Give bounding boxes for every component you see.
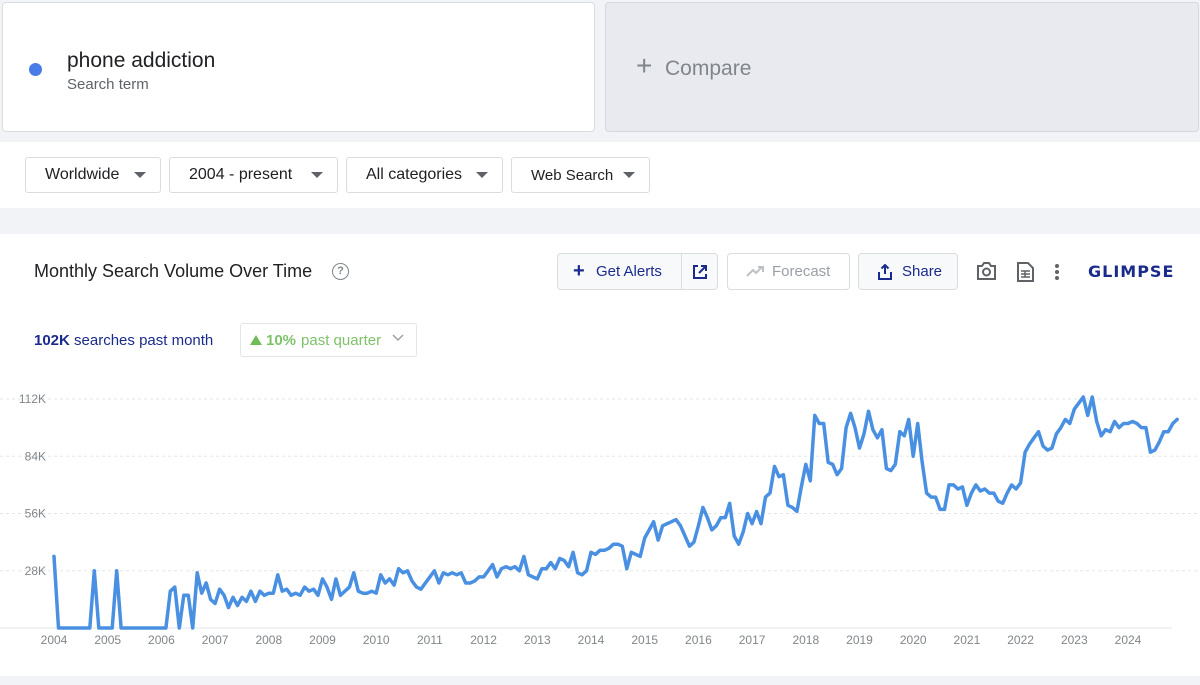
caret-down-icon [623,172,635,178]
y-tick-label: 112K [19,392,46,406]
search-term-subtitle: Search term [67,76,149,93]
x-tick-label: 2019 [846,633,873,647]
x-tick-label: 2018 [792,633,819,647]
chart-card: Monthly Search Volume Over Time ? + Get … [0,234,1200,676]
x-tick-label: 2011 [417,633,443,647]
search-term-name: phone addiction [67,49,216,72]
x-tick-label: 2013 [524,633,551,647]
time-range-dropdown-label: 2004 - present [189,166,293,183]
region-dropdown[interactable]: Worldwide [25,157,161,193]
search-volume-chart: 28K 56K 84K 112K 2004 2005 2006 2007 2008 2009 201… [0,392,1200,647]
search-type-dropdown[interactable]: Web Search [511,157,650,193]
search-type-dropdown-label: Web Search [531,166,614,184]
x-tick-label: 2008 [255,633,282,647]
caret-down-icon [134,172,146,178]
x-tick-label: 2006 [148,633,175,647]
x-tick-label: 2021 [954,633,981,647]
caret-down-icon [311,172,323,178]
series-line[interactable] [52,395,1179,630]
search-term-card[interactable]: phone addiction Search term [2,2,595,132]
y-tick-label: 28K [25,564,46,578]
x-tick-label: 2017 [739,633,766,647]
x-tick-label: 2009 [309,633,336,647]
x-tick-label: 2007 [202,633,229,647]
x-tick-label: 2014 [578,633,605,647]
x-tick-label: 2015 [631,633,658,647]
region-dropdown-label: Worldwide [45,166,120,183]
x-tick-label: 2023 [1061,633,1088,647]
y-tick-label: 84K [25,449,46,463]
y-tick-label: 56K [25,507,46,521]
x-tick-label: 2012 [470,633,497,647]
category-dropdown-label: All categories [366,166,463,183]
x-tick-label: 2005 [94,633,121,647]
x-tick-label: 2004 [41,633,68,647]
x-tick-label: 2024 [1115,633,1142,647]
plus-icon: + [636,50,653,81]
x-tick-label: 2010 [363,633,390,647]
time-range-dropdown[interactable]: 2004 - present [169,157,338,193]
series-color-dot [29,63,42,76]
compare-label: Compare [665,57,752,80]
x-tick-label: 2020 [900,633,927,647]
filter-bar: Worldwide 2004 - present All categories … [0,142,1200,208]
compare-button[interactable]: + Compare [605,2,1199,132]
x-tick-label: 2016 [685,633,712,647]
caret-down-icon [476,172,488,178]
x-tick-label: 2022 [1007,633,1034,647]
category-dropdown[interactable]: All categories [346,157,503,193]
